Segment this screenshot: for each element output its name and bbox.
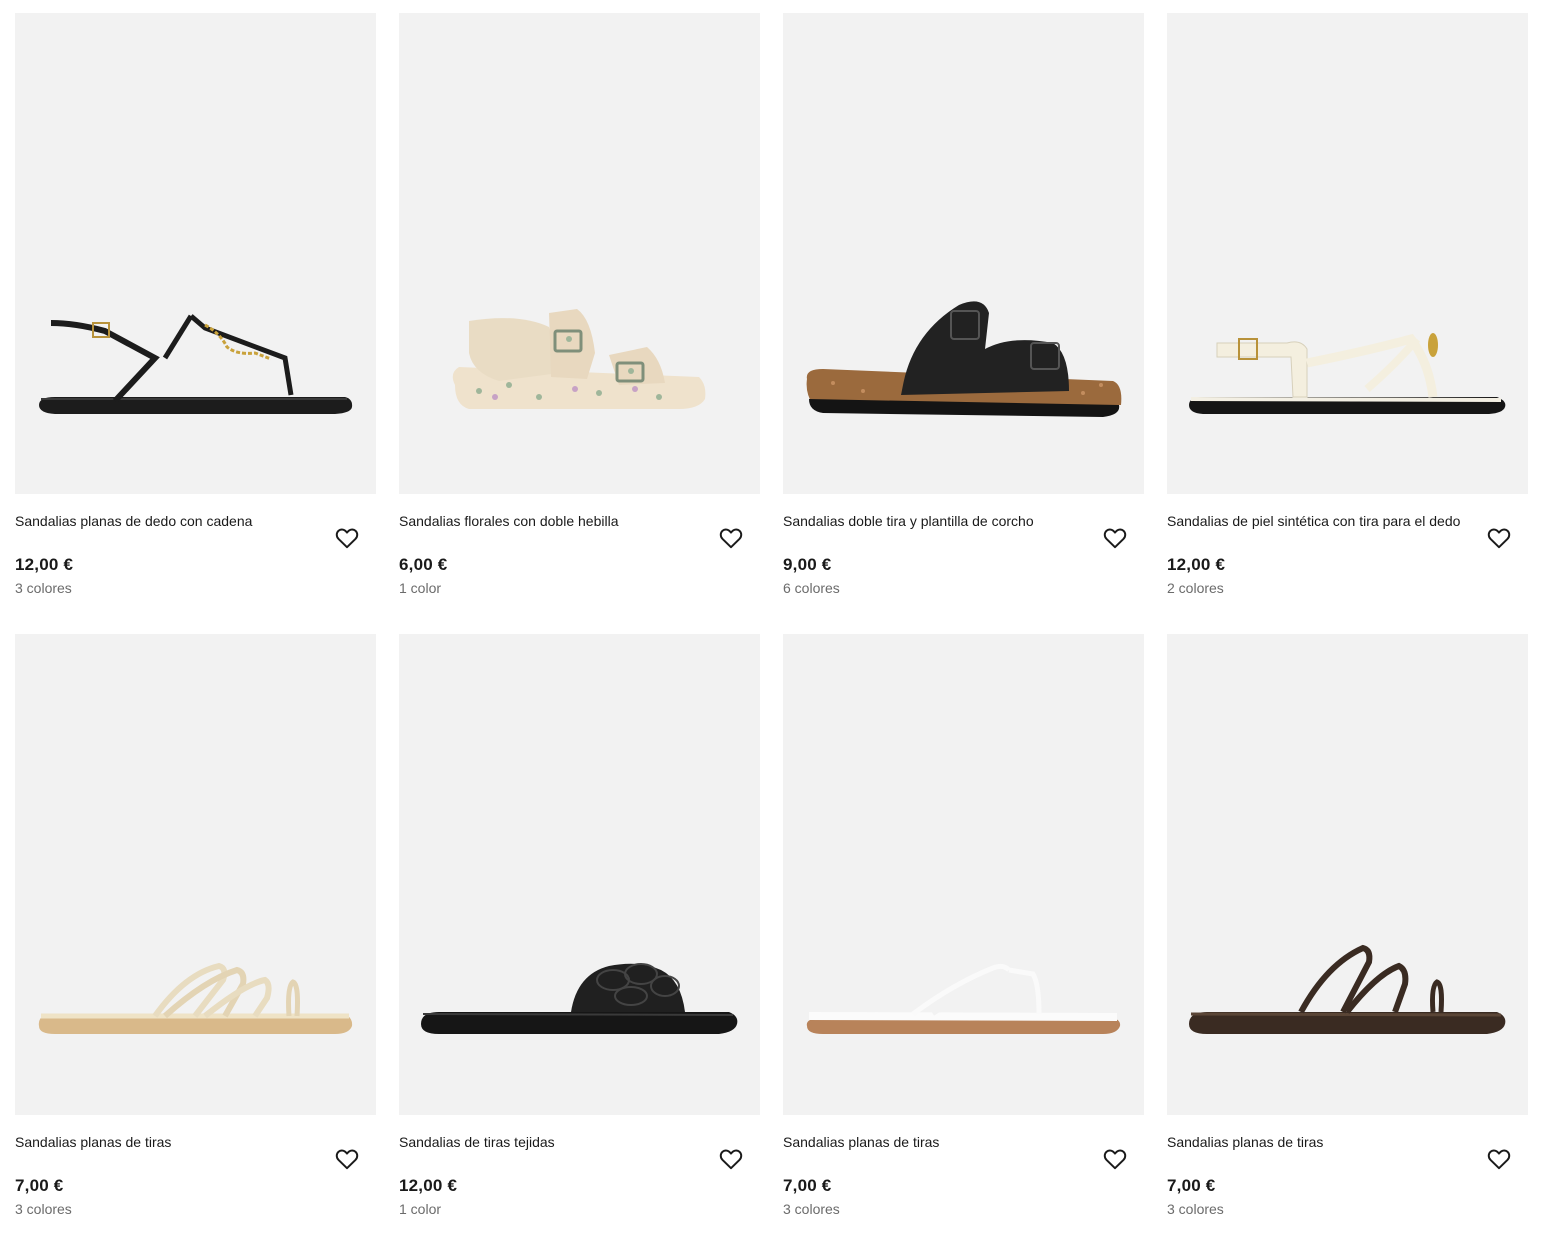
product-image[interactable]: [15, 634, 376, 1115]
product-name[interactable]: Sandalias de piel sintética con tira par…: [1167, 511, 1467, 531]
product-image[interactable]: [1167, 13, 1528, 494]
product-color-count: 3 colores: [15, 1201, 72, 1217]
product-name[interactable]: Sandalias doble tira y plantilla de corc…: [783, 511, 1083, 531]
product-color-count: 1 color: [399, 580, 442, 596]
white-strappy-flat-sandal-icon: [806, 963, 1121, 1034]
product-name[interactable]: Sandalias planas de tiras: [783, 1132, 1083, 1152]
product-image[interactable]: [783, 634, 1144, 1115]
product-image[interactable]: [1167, 634, 1528, 1115]
product-color-count: 6 colores: [783, 580, 840, 596]
product-image[interactable]: [783, 13, 1144, 494]
product-price: 6,00 €: [399, 555, 448, 574]
heart-icon[interactable]: [718, 1146, 744, 1172]
product-card[interactable]: Sandalias de tiras tejidas 12,00 € 1 col…: [399, 634, 760, 1234]
cream-toe-strap-sandal-icon: [1189, 333, 1506, 414]
product-name[interactable]: Sandalias de tiras tejidas: [399, 1132, 699, 1152]
heart-icon[interactable]: [1486, 525, 1512, 551]
heart-icon[interactable]: [1486, 1146, 1512, 1172]
product-color-count: 3 colores: [1167, 1201, 1224, 1217]
black-woven-strap-slide-icon: [421, 963, 738, 1034]
product-name[interactable]: Sandalias planas de tiras: [1167, 1132, 1467, 1152]
heart-icon[interactable]: [334, 1146, 360, 1172]
product-name[interactable]: Sandalias planas de tiras: [15, 1132, 315, 1152]
heart-icon[interactable]: [718, 525, 744, 551]
product-price: 12,00 €: [15, 555, 74, 574]
brown-strappy-flat-sandal-icon: [1189, 944, 1506, 1034]
heart-icon[interactable]: [1102, 1146, 1128, 1172]
product-color-count: 3 colores: [783, 1201, 840, 1217]
product-name[interactable]: Sandalias planas de dedo con cadena: [15, 511, 315, 531]
product-name[interactable]: Sandalias florales con doble hebilla: [399, 511, 699, 531]
product-price: 7,00 €: [1167, 1176, 1216, 1195]
heart-icon[interactable]: [1102, 525, 1128, 551]
product-color-count: 2 colores: [1167, 580, 1224, 596]
product-price: 12,00 €: [399, 1176, 458, 1195]
black-thong-sandal-chain-icon: [39, 314, 353, 414]
product-card[interactable]: Sandalias planas de tiras 7,00 € 3 color…: [15, 634, 376, 1234]
product-card[interactable]: Sandalias florales con doble hebilla 6,0…: [399, 13, 760, 613]
product-card[interactable]: Sandalias doble tira y plantilla de corc…: [783, 13, 1144, 613]
product-image[interactable]: [15, 13, 376, 494]
product-color-count: 1 color: [399, 1201, 442, 1217]
product-image[interactable]: [399, 634, 760, 1115]
gold-strappy-flat-sandal-icon: [38, 962, 353, 1034]
product-image[interactable]: [399, 13, 760, 494]
product-price: 12,00 €: [1167, 555, 1226, 574]
floral-double-buckle-sandal-icon: [452, 309, 706, 409]
product-price: 7,00 €: [783, 1176, 832, 1195]
product-card[interactable]: Sandalias planas de tiras 7,00 € 3 color…: [1167, 634, 1528, 1234]
product-card[interactable]: Sandalias planas de dedo con cadena 12,0…: [15, 13, 376, 613]
product-color-count: 3 colores: [15, 580, 72, 596]
product-price: 7,00 €: [15, 1176, 64, 1195]
product-price: 9,00 €: [783, 555, 832, 574]
black-cork-double-strap-sandal-icon: [806, 301, 1122, 417]
product-card[interactable]: Sandalias de piel sintética con tira par…: [1167, 13, 1528, 613]
heart-icon[interactable]: [334, 525, 360, 551]
product-card[interactable]: Sandalias planas de tiras 7,00 € 3 color…: [783, 634, 1144, 1234]
